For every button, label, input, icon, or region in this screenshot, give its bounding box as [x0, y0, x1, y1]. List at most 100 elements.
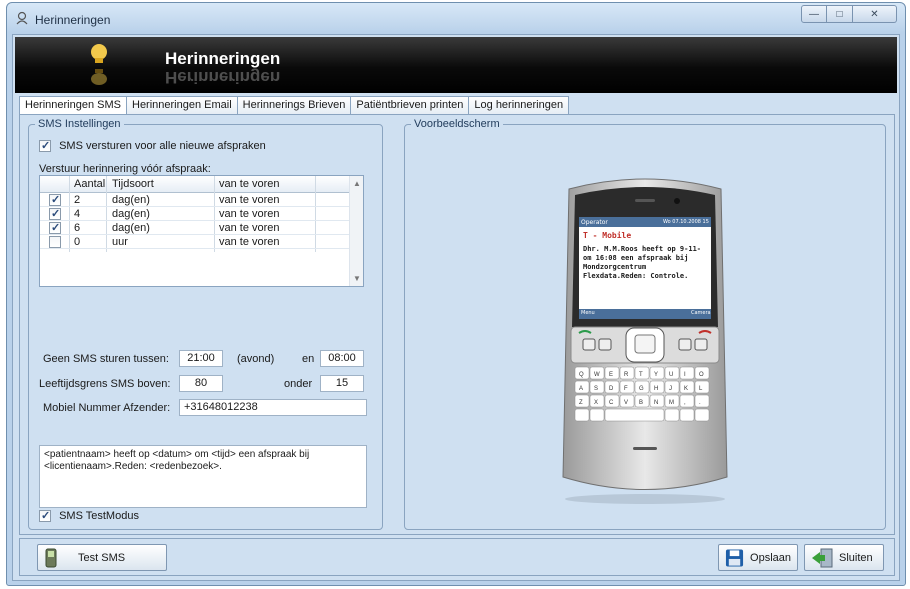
tab-herinneringen-sms[interactable]: Herinneringen SMS — [19, 96, 127, 116]
svg-text:S: S — [594, 386, 598, 392]
bottom-toolbar: Test SMS Opslaan Sluiten — [19, 538, 895, 576]
svg-text:A: A — [579, 386, 583, 392]
close-label: Sluiten — [839, 551, 873, 564]
window-title: Herinneringen — [35, 13, 111, 27]
svg-text:C: C — [609, 400, 614, 406]
under-input[interactable]: 15 — [320, 375, 364, 392]
banner-title: Herinneringen — [165, 49, 281, 68]
phone-preview: QWERTYUIO ASDFGHJKL ZXCVBNM,. — [562, 178, 728, 504]
close-button[interactable]: Sluiten — [804, 544, 884, 571]
col-tijdsoort[interactable]: Tijdsoort — [112, 178, 154, 190]
col-van-te-voren[interactable]: van te voren — [219, 178, 280, 190]
cell-van-te-voren: van te voren — [219, 222, 280, 234]
maximize-icon: □ — [836, 8, 843, 20]
app-icon — [16, 11, 28, 25]
row-checkbox[interactable] — [49, 221, 61, 234]
tab-patientbrieven-printen[interactable]: Patiëntbrieven printen — [350, 96, 470, 115]
save-button[interactable]: Opslaan — [718, 544, 798, 571]
tab-panel-sms: SMS Instellingen SMS versturen voor alle… — [19, 114, 895, 535]
cell-aantal: 4 — [74, 208, 81, 220]
col-aantal[interactable]: Aantal — [74, 178, 105, 190]
svg-text:R: R — [624, 372, 629, 378]
no-sms-label: Geen SMS sturen tussen: — [43, 353, 169, 365]
preview-group: Voorbeeldscherm Q W E R T Y U I O A S D … — [404, 118, 886, 530]
svg-text:M: M — [669, 400, 674, 406]
scroll-up-icon[interactable]: ▲ — [353, 179, 361, 188]
phone-carrier: T - Mobile — [583, 231, 632, 240]
cell-van-te-voren: van te voren — [219, 236, 280, 248]
cell-aantal: 6 — [74, 222, 81, 234]
header-banner: Herinneringen Herinneringen — [15, 37, 897, 93]
cell-tijdsoort: dag(en) — [112, 222, 150, 234]
and-label: en — [302, 353, 315, 365]
no-sms-to-input[interactable]: 08:00 — [320, 350, 364, 367]
row-checkbox[interactable] — [49, 193, 61, 206]
client-area: Herinneringen Herinneringen Herinneringe… — [12, 34, 900, 581]
svg-text:X: X — [594, 400, 598, 406]
test-mode-checkbox[interactable] — [39, 509, 51, 523]
send-all-new-checkbox[interactable] — [39, 139, 51, 153]
cell-tijdsoort: dag(en) — [112, 208, 150, 220]
minimize-icon: — — [809, 8, 819, 20]
svg-text:N: N — [654, 400, 658, 406]
maximize-button[interactable]: □ — [827, 5, 853, 23]
svg-text:J: J — [669, 386, 672, 392]
svg-text:Q: Q — [579, 372, 584, 378]
exit-door-icon — [812, 548, 833, 567]
cell-tijdsoort: uur — [112, 236, 128, 248]
under-label: onder — [284, 378, 313, 390]
reminder-grid: Aantal Tijdsoort van te voren 2 dag(en) … — [39, 175, 364, 287]
row-checkbox[interactable] — [49, 207, 61, 220]
svg-text:K: K — [684, 386, 688, 392]
close-icon: ✕ — [870, 8, 879, 20]
table-row[interactable]: 6 dag(en) van te voren — [40, 221, 350, 235]
svg-text:B: B — [639, 400, 643, 406]
phone-message: Dhr. M.M.Roos heeft op 9-11-om 16:08 een… — [583, 245, 702, 280]
tab-herinnerings-brieven[interactable]: Herinnerings Brieven — [236, 96, 352, 115]
svg-text:T: T — [639, 372, 643, 378]
svg-text:U: U — [669, 372, 673, 378]
cell-aantal: 2 — [74, 194, 81, 206]
save-label: Opslaan — [750, 551, 791, 564]
cell-aantal: 0 — [74, 236, 81, 248]
cell-van-te-voren: van te voren — [219, 194, 280, 206]
table-row[interactable]: 2 dag(en) van te voren — [40, 193, 350, 207]
mobile-phone-icon — [45, 548, 57, 567]
sms-settings-group: SMS Instellingen SMS versturen voor alle… — [28, 118, 383, 530]
table-row[interactable]: 0 uur van te voren — [40, 236, 350, 249]
sender-number-input[interactable]: +31648012238 — [179, 399, 367, 416]
preview-title: Voorbeeldscherm — [411, 118, 503, 130]
row-checkbox[interactable] — [49, 236, 61, 248]
floppy-disk-icon — [725, 548, 744, 567]
send-all-new-row: SMS versturen voor alle nieuwe afspraken — [39, 139, 266, 153]
close-window-button[interactable]: ✕ — [853, 5, 897, 23]
svg-text:G: G — [639, 386, 644, 392]
banner-title-reflection: Herinneringen — [165, 68, 281, 87]
phone-softkey-right: Camera — [691, 310, 711, 316]
table-row[interactable]: 4 dag(en) van te voren — [40, 207, 350, 221]
app-window: Herinneringen — □ ✕ Herinneringen Herinn… — [6, 2, 906, 586]
svg-text:W: W — [594, 372, 600, 378]
svg-text:O: O — [699, 372, 704, 378]
test-mode-label: SMS TestModus — [59, 510, 139, 522]
scroll-down-icon[interactable]: ▼ — [353, 274, 361, 283]
svg-text:E: E — [609, 372, 613, 378]
tab-bar: Herinneringen SMS Herinneringen Email He… — [19, 96, 570, 116]
sms-template-textarea[interactable]: <patientnaam> heeft op <datum> om <tijd>… — [39, 445, 367, 508]
tab-herinneringen-email[interactable]: Herinneringen Email — [126, 96, 238, 115]
cell-van-te-voren: van te voren — [219, 208, 280, 220]
age-input[interactable]: 80 — [179, 375, 223, 392]
svg-text:D: D — [609, 386, 614, 392]
svg-text:Z: Z — [579, 400, 583, 406]
no-sms-from-input[interactable]: 21:00 — [179, 350, 223, 367]
tab-log-herinneringen[interactable]: Log herinneringen — [468, 96, 570, 115]
cell-tijdsoort: dag(en) — [112, 194, 150, 206]
phone-operator: Operator — [581, 219, 608, 226]
phone-status-time: Wo 07.10.2008 15 — [663, 219, 709, 225]
reminder-heading: Verstuur herinnering vóór afspraak: — [39, 163, 211, 175]
minimize-button[interactable]: — — [801, 5, 827, 23]
grid-scrollbar[interactable]: ▲ ▼ — [349, 176, 363, 286]
test-sms-button[interactable]: Test SMS — [37, 544, 167, 571]
title-bar[interactable]: Herinneringen — □ ✕ — [7, 3, 905, 33]
svg-text:F: F — [624, 386, 628, 392]
